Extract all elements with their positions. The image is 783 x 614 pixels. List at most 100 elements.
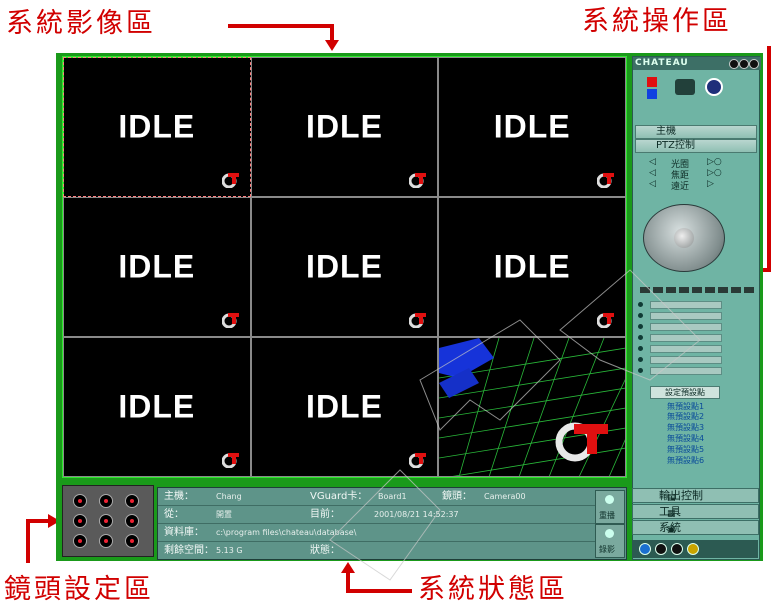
camera-logo-icon: [221, 312, 240, 329]
preset-radio: [638, 346, 643, 351]
preset-radio: [638, 368, 643, 373]
camera-toolbar-icon[interactable]: [675, 79, 695, 95]
settings-icon[interactable]: [655, 543, 667, 555]
preset-item[interactable]: 無預設點3: [667, 422, 704, 433]
preset-slot[interactable]: [650, 367, 722, 375]
live-feed-graphic: [439, 338, 625, 476]
focus-right-icon[interactable]: ▷○: [707, 168, 722, 178]
maximize-icon[interactable]: [739, 59, 749, 69]
from-value: 開置: [216, 510, 232, 519]
camera-logo-icon: [408, 312, 427, 329]
focus-left-icon[interactable]: ◁: [649, 168, 656, 178]
idle-text: IDLE: [493, 248, 571, 285]
preset-radio: [638, 302, 643, 307]
ptz-direction-pad[interactable]: [643, 204, 725, 272]
status-arrow-v: [346, 570, 350, 593]
control-bar: [633, 540, 758, 558]
space-label: 剩餘空間：: [164, 545, 214, 556]
close-icon[interactable]: [749, 59, 759, 69]
iris-left-icon[interactable]: ◁: [649, 157, 656, 167]
playback-label: 重播: [599, 511, 615, 520]
host-value: Chang: [216, 492, 242, 501]
video-cell-3[interactable]: IDLE: [438, 57, 626, 197]
op-arrow-v: [767, 46, 771, 270]
menu-tools[interactable]: ▦ 工具: [632, 504, 759, 519]
lens-button[interactable]: [73, 534, 87, 548]
lens-area-label: 鏡頭設定區: [4, 574, 154, 605]
video-grid: IDLE IDLE IDLE IDLE IDLE IDLE IDLE IDLE: [62, 56, 627, 478]
status-arrow-h: [348, 589, 412, 593]
preset-item[interactable]: 無預設點2: [667, 411, 704, 422]
camera-logo-icon: [408, 452, 427, 469]
video-arrow-head: [325, 40, 339, 51]
lock-icon[interactable]: [671, 543, 683, 555]
lens-button[interactable]: [125, 494, 139, 508]
status-row-host: 主機： Chang VGuard卡： Board1 鏡頭： Camera00: [158, 488, 598, 506]
minimize-icon[interactable]: [729, 59, 739, 69]
lens-settings-panel: [62, 485, 154, 557]
network-toolbar-icon[interactable]: [705, 78, 723, 96]
operation-area-label: 系統操作區: [582, 6, 732, 37]
menu-host[interactable]: 主機: [635, 125, 757, 139]
idle-text: IDLE: [118, 108, 196, 145]
help-icon[interactable]: [687, 543, 699, 555]
back-icon[interactable]: [639, 543, 651, 555]
camera-logo-icon: [596, 312, 615, 329]
video-arrow-h: [228, 24, 332, 28]
video-cell-7[interactable]: IDLE: [63, 337, 251, 477]
state-label: 狀態：: [310, 545, 340, 556]
status-arrow-head: [341, 562, 355, 573]
menu-output[interactable]: ▤ 輸出控制: [632, 488, 759, 503]
preset-radio: [638, 335, 643, 340]
preset-header-label: 設定預設點: [665, 388, 705, 397]
menu-system[interactable]: ▣ 系統: [632, 520, 759, 535]
preset-item[interactable]: 無預設點6: [667, 455, 704, 466]
record-button[interactable]: 錄影: [595, 524, 625, 558]
card-label: VGuard卡：: [310, 491, 368, 502]
from-label: 從：: [164, 509, 184, 520]
menu-ptz[interactable]: PTZ控制: [635, 139, 757, 153]
preset-slot[interactable]: [650, 312, 722, 320]
status-row-db: 資料庫： c:\program files\chateau\database\: [158, 524, 598, 542]
video-cell-live[interactable]: [438, 337, 626, 477]
video-cell-6[interactable]: IDLE: [438, 197, 626, 337]
lens-button[interactable]: [125, 514, 139, 528]
ptz-center-button[interactable]: [674, 228, 694, 248]
lens-label: 鏡頭：: [442, 491, 472, 502]
card-value: Board1: [378, 492, 407, 501]
video-cell-5[interactable]: IDLE: [250, 197, 439, 337]
preset-radio: [638, 313, 643, 318]
video-cell-1[interactable]: IDLE: [63, 57, 251, 197]
preset-slot[interactable]: [650, 334, 722, 342]
zoom-right-icon[interactable]: ▷: [707, 179, 714, 189]
lens-button[interactable]: [73, 514, 87, 528]
camera-logo-icon: [596, 172, 615, 189]
lens-arrow-h: [26, 519, 50, 523]
preset-header[interactable]: 設定預設點: [650, 386, 720, 399]
video-cell-4[interactable]: IDLE: [63, 197, 251, 337]
preset-radio: [638, 357, 643, 362]
record-toolbar-icon[interactable]: [647, 77, 657, 87]
preset-slot[interactable]: [650, 301, 722, 309]
system-icon: ▣: [667, 525, 676, 535]
lens-button[interactable]: [99, 514, 113, 528]
lens-button[interactable]: [125, 534, 139, 548]
preset-item[interactable]: 無預設點4: [667, 433, 704, 444]
lens-button[interactable]: [99, 534, 113, 548]
menu-output-label: 輸出控制: [659, 489, 703, 502]
playback-button[interactable]: 重播: [595, 490, 625, 524]
stop-toolbar-icon[interactable]: [647, 89, 657, 99]
lens-button[interactable]: [73, 494, 87, 508]
idle-text: IDLE: [306, 388, 383, 425]
lens-button[interactable]: [99, 494, 113, 508]
preset-slot[interactable]: [650, 356, 722, 364]
preset-slot[interactable]: [650, 345, 722, 353]
preset-slot[interactable]: [650, 323, 722, 331]
preset-item[interactable]: 無預設點5: [667, 444, 704, 455]
status-row-space: 剩餘空間： 5.13 G 狀態：: [158, 542, 598, 559]
video-cell-8[interactable]: IDLE: [250, 337, 439, 477]
video-cell-2[interactable]: IDLE: [250, 57, 439, 197]
zoom-left-icon[interactable]: ◁: [649, 179, 656, 189]
tools-icon: ▦: [667, 509, 676, 519]
iris-right-icon[interactable]: ▷○: [707, 157, 722, 167]
